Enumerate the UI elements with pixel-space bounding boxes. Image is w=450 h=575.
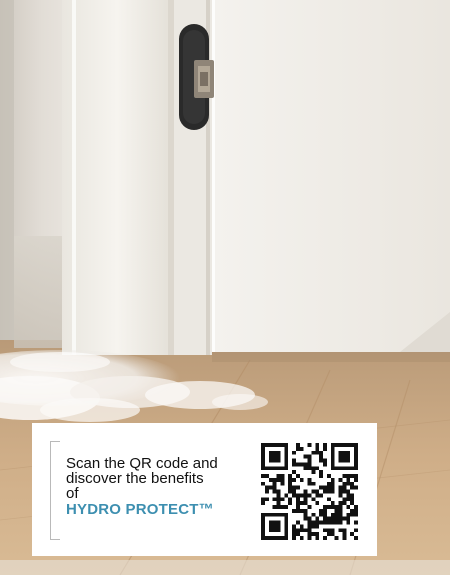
card-text-line: of [66,485,79,502]
promo-image: Scan the QR code and discover the benefi… [0,0,450,575]
card-text-line: Scan the QR code and [66,455,218,472]
qr-code-icon[interactable] [261,443,358,540]
card-bracket-decoration [50,441,60,540]
door-frame [62,0,172,355]
concealed-hinge-icon [179,24,214,130]
door-panel [212,0,450,352]
card-text-line: discover the benefits [66,470,204,487]
brand-name: HYDRO PROTECT™ [66,501,214,518]
card-message: Scan the QR code and discover the benefi… [66,456,256,517]
qr-info-card: Scan the QR code and discover the benefi… [32,423,377,556]
